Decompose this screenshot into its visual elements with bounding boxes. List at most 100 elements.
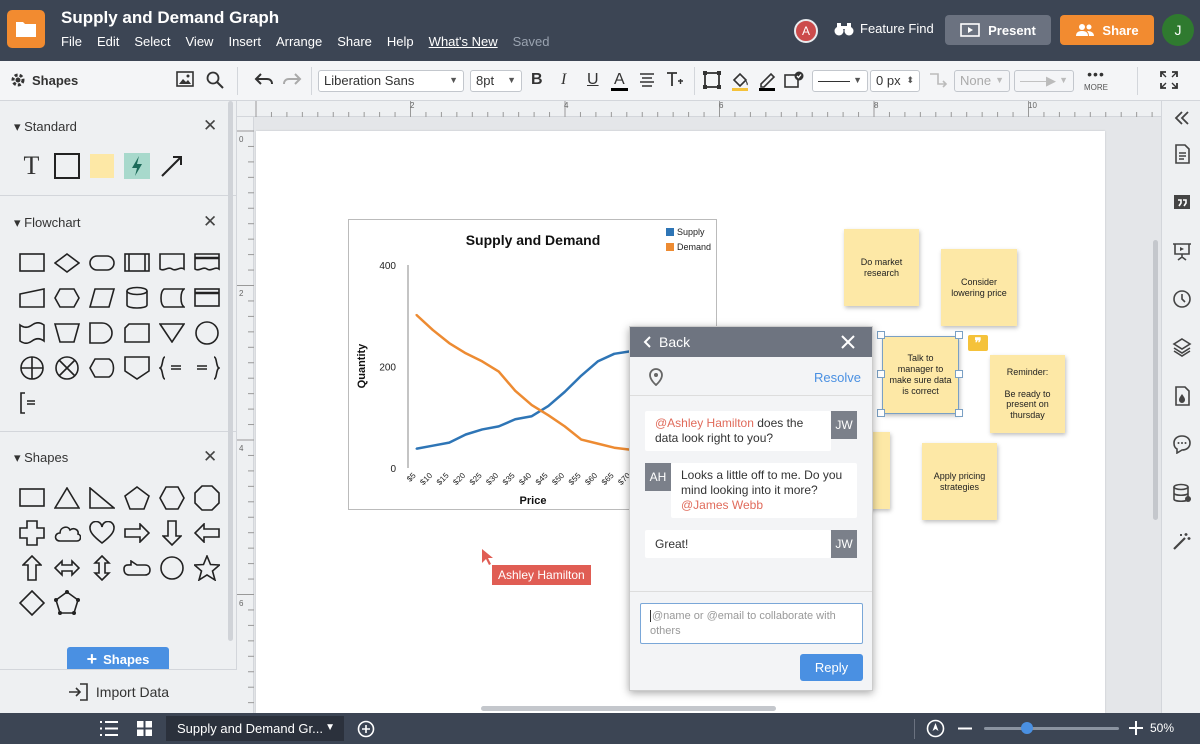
back-button[interactable]: Back	[643, 334, 690, 350]
arrow-up-icon[interactable]	[14, 550, 49, 585]
add-shapes-button[interactable]: + Shapes	[67, 647, 169, 671]
search-icon[interactable]	[206, 71, 224, 94]
menu-edit[interactable]: Edit	[97, 34, 119, 49]
shapes-panel-toggle[interactable]: Shapes	[10, 72, 78, 88]
selection-handle[interactable]	[955, 409, 963, 417]
annotation-brace-icon[interactable]	[154, 350, 189, 385]
database-shape-icon[interactable]	[119, 280, 154, 315]
close-icon[interactable]	[841, 335, 855, 349]
style-check-icon[interactable]	[784, 71, 804, 94]
menu-select[interactable]: Select	[134, 34, 170, 49]
fill-color-icon[interactable]	[730, 71, 750, 96]
line-start-select[interactable]: None ▼	[954, 70, 1010, 92]
grid-view-icon[interactable]	[136, 720, 153, 737]
or-shape-icon[interactable]	[14, 350, 49, 385]
present-button[interactable]: Present	[945, 15, 1051, 45]
more-button[interactable]: ••• MORE	[1084, 67, 1108, 92]
menu-share[interactable]: Share	[337, 34, 372, 49]
data-linking-icon[interactable]	[1172, 483, 1192, 503]
reply-input[interactable]: @name or @email to collaborate with othe…	[640, 603, 863, 644]
terminator-shape-icon[interactable]	[84, 245, 119, 280]
horizontal-scrollbar[interactable]	[481, 706, 776, 711]
menu-arrange[interactable]: Arrange	[276, 34, 322, 49]
double-arrow-horizontal-icon[interactable]	[49, 550, 84, 585]
arrow-left-icon[interactable]	[189, 515, 224, 550]
multi-document-icon[interactable]	[189, 245, 224, 280]
heart-shape-icon[interactable]	[84, 515, 119, 550]
card-shape-icon[interactable]	[119, 315, 154, 350]
zoom-slider-thumb[interactable]	[1021, 722, 1034, 734]
arrow-line-icon[interactable]	[154, 148, 189, 183]
selection-handle[interactable]	[877, 409, 885, 417]
sticky-note[interactable]: Reminder: Be ready to present on thursda…	[990, 355, 1065, 433]
document-fill-icon[interactable]	[1172, 386, 1192, 406]
feature-find-button[interactable]: Feature Find	[834, 21, 934, 36]
text-options-icon[interactable]	[666, 71, 684, 92]
comment-mention[interactable]: @Ashley Hamilton	[655, 416, 754, 430]
cross-shape-icon[interactable]	[14, 515, 49, 550]
diamond-shape-icon[interactable]	[14, 585, 49, 620]
zoom-out-icon[interactable]	[958, 727, 972, 730]
share-button[interactable]: Share	[1060, 15, 1154, 45]
menu-help[interactable]: Help	[387, 34, 414, 49]
text-shape-icon[interactable]: T	[14, 148, 49, 183]
merge-shape-icon[interactable]	[154, 315, 189, 350]
star-shape-icon[interactable]	[189, 550, 224, 585]
close-icon[interactable]: ✕	[203, 116, 217, 136]
pentagon-shape-icon[interactable]	[119, 480, 154, 515]
selection-handle[interactable]	[955, 370, 963, 378]
selection-handle[interactable]	[877, 331, 885, 339]
navigate-icon[interactable]	[926, 719, 945, 738]
undo-icon[interactable]	[254, 71, 274, 92]
fullscreen-icon[interactable]	[1160, 71, 1178, 94]
decision-shape-icon[interactable]	[49, 245, 84, 280]
annotation-bracket-icon[interactable]	[14, 385, 49, 420]
menu-insert[interactable]: Insert	[228, 34, 261, 49]
section-shapes-header[interactable]: ▾ Shapes	[14, 450, 68, 466]
connector-icon[interactable]	[928, 71, 948, 94]
rectangle-shape-icon[interactable]	[49, 148, 84, 183]
polygon-shape-icon[interactable]	[49, 585, 84, 620]
close-icon[interactable]: ✕	[203, 212, 217, 232]
comment-mention[interactable]: @James Webb	[681, 498, 763, 512]
redo-icon[interactable]	[282, 71, 302, 92]
page-settings-icon[interactable]	[1172, 144, 1192, 164]
reply-button[interactable]: Reply	[800, 654, 863, 681]
cloud-shape-icon[interactable]	[49, 515, 84, 550]
connector-circle-icon[interactable]	[189, 315, 224, 350]
folder-icon[interactable]	[7, 10, 45, 48]
close-icon[interactable]: ✕	[203, 447, 217, 467]
preparation-shape-icon[interactable]	[49, 280, 84, 315]
quote-icon[interactable]	[1172, 192, 1192, 212]
shapes-panel-scrollbar[interactable]	[228, 101, 233, 641]
off-page-icon[interactable]	[119, 350, 154, 385]
font-color-button[interactable]: A	[611, 71, 628, 91]
line-width-input[interactable]: 0 px ⬍	[870, 70, 920, 92]
sticky-note[interactable]: Consider lowering price	[941, 249, 1017, 326]
history-clock-icon[interactable]	[1172, 289, 1192, 309]
font-size-select[interactable]: 8pt ▼	[470, 70, 522, 92]
collapse-panel-icon[interactable]	[1172, 108, 1192, 128]
vertical-scrollbar[interactable]	[1153, 240, 1158, 520]
selection-handle[interactable]	[877, 370, 885, 378]
magic-wand-icon[interactable]	[1172, 531, 1192, 551]
menu-whats-new[interactable]: What's New	[429, 34, 498, 49]
display-shape-icon[interactable]	[84, 350, 119, 385]
manual-input-icon[interactable]	[14, 280, 49, 315]
sticky-note-selected[interactable]: Talk to manager to make sure data is cor…	[882, 336, 959, 414]
resolve-button[interactable]: Resolve	[814, 370, 861, 385]
underline-button[interactable]: U	[587, 71, 599, 89]
user-avatar[interactable]: J	[1162, 14, 1194, 46]
arrow-down-icon[interactable]	[154, 515, 189, 550]
process-shape-icon[interactable]	[14, 245, 49, 280]
internal-storage-icon[interactable]	[189, 280, 224, 315]
line-end-select[interactable]: ——▶ ▼	[1014, 70, 1074, 92]
layers-icon[interactable]	[1172, 337, 1192, 357]
section-flowchart-header[interactable]: ▾ Flowchart	[14, 215, 81, 231]
rectangle-shape-icon[interactable]	[14, 480, 49, 515]
comments-icon[interactable]	[1172, 434, 1192, 454]
add-page-icon[interactable]	[357, 720, 375, 738]
triangle-shape-icon[interactable]	[49, 480, 84, 515]
line-style-select[interactable]: ▼	[812, 70, 868, 92]
hexagon-shape-icon[interactable]	[154, 480, 189, 515]
